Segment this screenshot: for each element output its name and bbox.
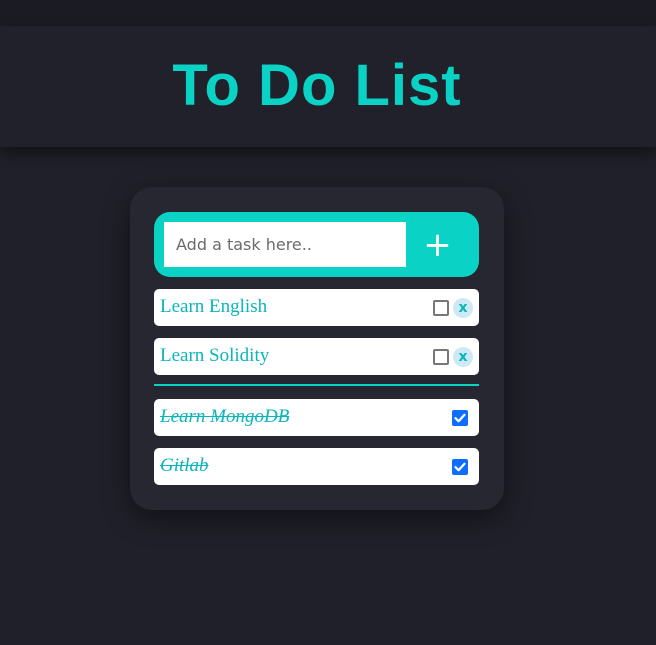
task-label: Learn English bbox=[160, 296, 268, 317]
task-input[interactable] bbox=[164, 222, 406, 267]
task-checkbox[interactable] bbox=[433, 300, 449, 316]
task-item: Learn English x bbox=[154, 289, 479, 326]
task-checkbox-checked[interactable] bbox=[452, 459, 468, 475]
delete-task-button[interactable]: x bbox=[453, 347, 473, 367]
delete-task-button[interactable]: x bbox=[453, 298, 473, 318]
task-label: Gitlab bbox=[160, 455, 209, 476]
page-title: To Do List bbox=[172, 53, 462, 118]
todo-card: + Learn English x Learn Solidity x Learn… bbox=[130, 187, 504, 510]
task-label: Learn Solidity bbox=[160, 345, 270, 366]
completed-divider bbox=[154, 384, 479, 386]
completed-task-item: Gitlab bbox=[154, 448, 479, 485]
task-checkbox-checked[interactable] bbox=[452, 410, 468, 426]
page-header: To Do List bbox=[0, 26, 656, 147]
task-label: Learn MongoDB bbox=[160, 406, 290, 427]
task-item: Learn Solidity x bbox=[154, 338, 479, 375]
add-task-form: + bbox=[154, 212, 479, 277]
add-task-button[interactable]: + bbox=[406, 222, 469, 267]
checkmark-icon bbox=[454, 413, 466, 423]
task-checkbox[interactable] bbox=[433, 349, 449, 365]
top-strip bbox=[0, 0, 656, 26]
checkmark-icon bbox=[454, 462, 466, 472]
completed-task-item: Learn MongoDB bbox=[154, 399, 479, 436]
